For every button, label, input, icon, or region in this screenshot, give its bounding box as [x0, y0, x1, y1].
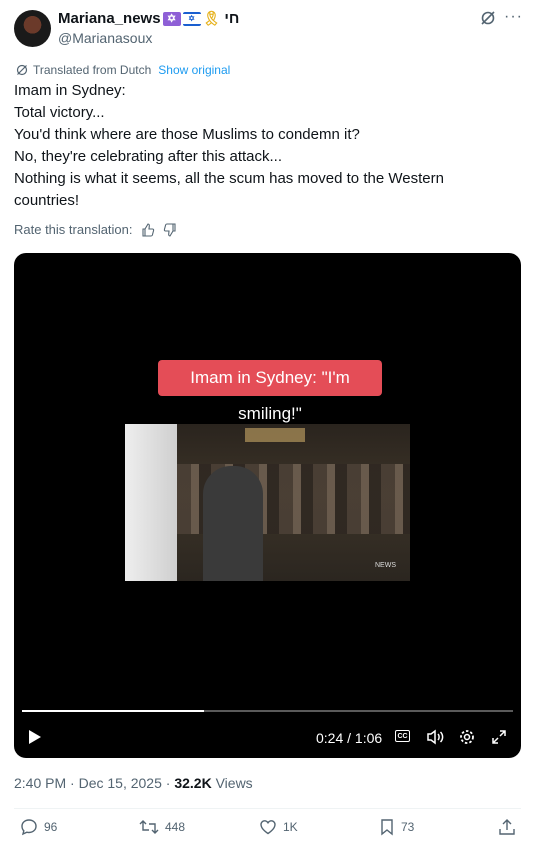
views-count: 32.2K — [174, 775, 212, 791]
show-original-link[interactable]: Show original — [158, 63, 230, 77]
bookmark-icon — [381, 819, 393, 836]
repost-icon — [139, 820, 159, 834]
divider — [14, 808, 521, 809]
video-player[interactable]: Imam in Sydney: "I'm smiling!" NEWS 0:24… — [14, 253, 521, 758]
captions-icon[interactable]: CC — [395, 730, 410, 742]
flag-cloth — [125, 424, 177, 581]
rate-translation: Rate this translation: — [14, 222, 177, 237]
author-name-row[interactable]: Mariana_news ✡ ✡ 🎗 חי — [58, 10, 239, 27]
video-caption: Imam in Sydney: "I'm smiling!" — [158, 360, 382, 423]
reply-icon — [21, 819, 37, 836]
like-count: 1K — [283, 820, 298, 834]
repost-button[interactable]: 448 — [139, 818, 185, 836]
translate-icon — [16, 64, 28, 76]
avatar[interactable] — [14, 10, 51, 47]
share-icon — [499, 819, 515, 835]
yellow-ribbon-icon: 🎗 — [202, 10, 221, 26]
settings-gear-icon[interactable] — [459, 729, 475, 745]
reply-button[interactable]: 96 — [20, 818, 57, 836]
israel-flag-icon: ✡ — [182, 11, 201, 26]
translated-from-label: Translated from Dutch — [33, 63, 152, 77]
post-line: Nothing is what it seems, all the scum h… — [14, 170, 444, 187]
post-meta: 2:40 PM · Dec 15, 2025 · 32.2K Views — [14, 775, 253, 791]
video-time: 0:24 / 1:06 — [316, 730, 383, 746]
thumbs-up-icon[interactable] — [141, 222, 155, 237]
author-name[interactable]: Mariana_news — [58, 10, 161, 27]
like-button[interactable]: 1K — [259, 818, 298, 836]
post-line: Imam in Sydney: — [14, 82, 126, 99]
author-handle[interactable]: @Marianasoux — [58, 30, 152, 46]
fullscreen-icon[interactable] — [492, 730, 506, 744]
meta-separator: · — [165, 775, 171, 791]
play-icon[interactable] — [28, 729, 42, 745]
reply-count: 96 — [44, 820, 58, 834]
views-label: Views — [215, 775, 253, 791]
post-line: countries! — [14, 192, 80, 209]
translation-note: Translated from Dutch Show original — [16, 63, 230, 77]
grok-icon[interactable] — [480, 10, 496, 26]
video-frame: NEWS — [125, 424, 410, 581]
post-line: You'd think where are those Muslims to c… — [14, 126, 360, 143]
bookmark-count: 73 — [401, 820, 415, 834]
repost-count: 448 — [165, 820, 186, 834]
post-time[interactable]: 2:40 PM — [14, 775, 66, 791]
more-options-icon[interactable]: ··· — [504, 8, 523, 26]
speaker-figure — [203, 466, 263, 581]
share-button[interactable] — [498, 818, 516, 836]
thumbs-down-icon[interactable] — [163, 222, 177, 237]
progress-fill — [22, 710, 204, 712]
heart-icon — [260, 820, 276, 835]
meta-separator: · — [70, 775, 75, 791]
news-watermark: NEWS — [375, 562, 396, 569]
action-bar: 96 448 1K 73 — [0, 818, 535, 842]
post-line: Total victory... — [14, 104, 105, 121]
volume-icon[interactable] — [427, 729, 445, 745]
post-line: No, they're celebrating after this attac… — [14, 148, 282, 165]
author-name-suffix: חי — [224, 10, 240, 27]
post-date[interactable]: Dec 15, 2025 — [79, 775, 162, 791]
background-light — [245, 428, 305, 442]
post-text: Imam in Sydney: Total victory... You'd t… — [14, 80, 484, 212]
star-of-david-icon: ✡ — [162, 11, 181, 26]
bookmark-button[interactable]: 73 — [379, 818, 414, 836]
rate-translation-label: Rate this translation: — [14, 222, 133, 237]
